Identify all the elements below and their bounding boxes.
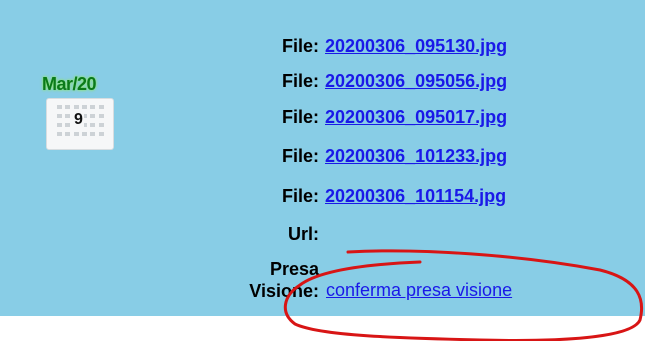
file-label: File:: [281, 146, 319, 166]
file-link[interactable]: 20200306_095017.jpg: [325, 107, 507, 128]
file-link[interactable]: 20200306_101154.jpg: [325, 186, 506, 207]
file-label: File:: [281, 107, 319, 127]
presa-visione-label-line1: Presa: [269, 259, 319, 279]
file-link[interactable]: 20200306_095056.jpg: [325, 71, 507, 92]
file-row: File: 20200306_101233.jpg: [0, 146, 645, 176]
presa-visione-label: Presa Visione:: [249, 258, 319, 302]
cropped-header-text: [400, 0, 640, 8]
file-label: File:: [281, 36, 319, 56]
url-label: Url:: [288, 224, 319, 244]
file-row: File: 20200306_095130.jpg: [0, 36, 645, 66]
file-row: File: 20200306_101154.jpg: [0, 186, 645, 216]
file-label: File:: [281, 71, 319, 91]
file-link[interactable]: 20200306_101233.jpg: [325, 146, 507, 167]
url-row: Url:: [0, 224, 645, 254]
file-link[interactable]: 20200306_095130.jpg: [325, 36, 507, 57]
file-row: File: 20200306_095056.jpg: [0, 71, 645, 101]
file-row: File: 20200306_095017.jpg: [0, 107, 645, 137]
confirm-view-link[interactable]: conferma presa visione: [326, 280, 512, 301]
file-label: File:: [281, 186, 319, 206]
presa-visione-label-line2: Visione:: [249, 281, 319, 301]
attachment-panel: Mar/20 9 File: 20200306_095130.jpg File:…: [0, 0, 645, 316]
